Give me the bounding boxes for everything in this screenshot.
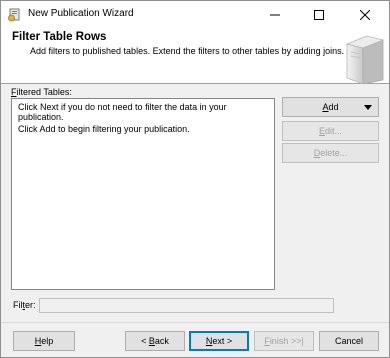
edit-button-label: Edit... [318,126,343,136]
back-button-label: < Back [141,336,169,346]
filter-label: Filter: [13,300,36,310]
edit-button[interactable]: Edit... [282,121,379,141]
minimize-icon [270,14,280,15]
back-button[interactable]: < Back [125,331,185,351]
add-button[interactable]: Add [282,97,379,117]
finish-button[interactable]: Finish >>| [254,331,314,351]
finish-button-label: Finish >>| [264,336,304,346]
window-title: New Publication Wizard [28,8,134,19]
wizard-window: New Publication Wizard Filter Table Rows… [0,0,390,358]
delete-button-label: Delete... [313,148,348,158]
filtered-tables-list[interactable]: Click Next if you do not need to filter … [11,98,275,290]
wizard-banner-icon [345,35,385,84]
chevron-down-icon [364,105,372,110]
filter-field[interactable] [39,298,334,313]
next-button-label: Next > [205,336,233,346]
footer-divider [1,322,389,323]
filtered-tables-label: Filtered Tables: [11,87,72,97]
page-description: Add filters to published tables. Extend … [30,46,345,56]
next-button[interactable]: Next > [189,331,249,351]
close-icon [360,9,370,20]
maximize-button[interactable] [297,1,341,28]
list-item: Click Next if you do not need to filter … [18,102,227,122]
page-title: Filter Table Rows [12,31,107,43]
cancel-button[interactable]: Cancel [319,331,379,351]
help-button[interactable]: Help [13,331,75,351]
delete-button[interactable]: Delete... [282,143,379,163]
wizard-header: Filter Table Rows Add filters to publish… [1,28,389,84]
close-button[interactable] [343,1,387,28]
app-icon [8,8,20,22]
maximize-icon [314,9,324,20]
help-button-label: Help [34,336,54,346]
list-item: Click Add to begin filtering your public… [18,124,190,134]
minimize-button[interactable] [253,1,297,28]
title-bar: New Publication Wizard [1,1,389,28]
add-button-label: Add [322,102,339,112]
